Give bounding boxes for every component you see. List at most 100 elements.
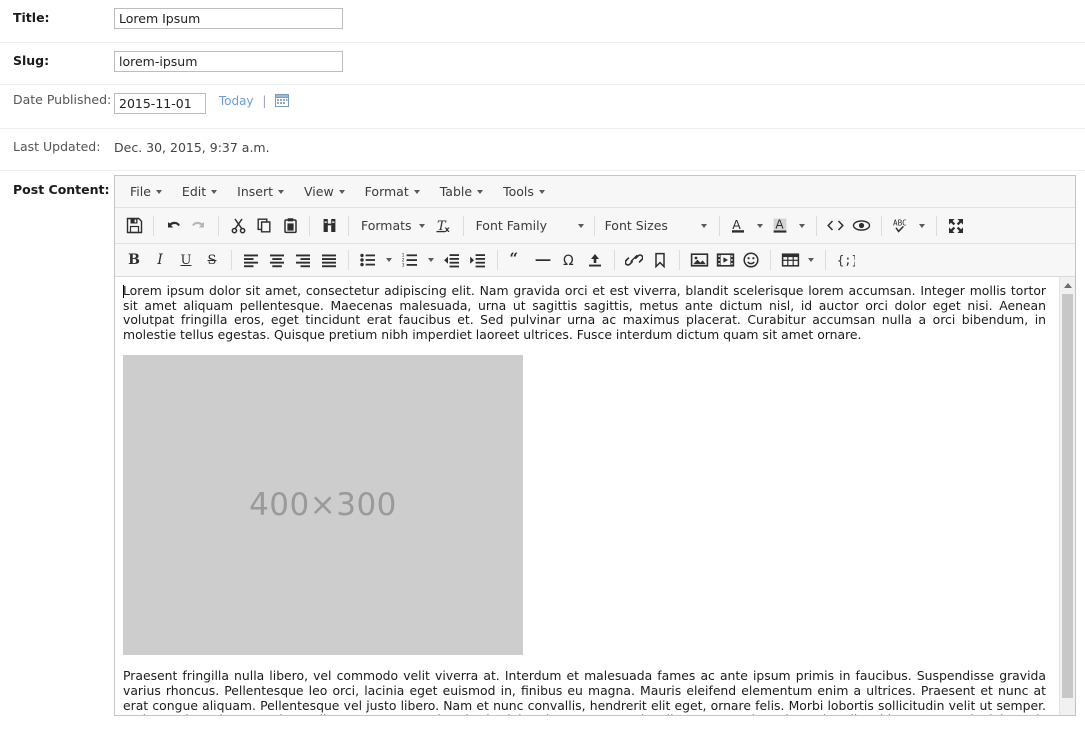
- menu-format[interactable]: Format: [356, 181, 429, 203]
- anchor-bookmark-icon[interactable]: [647, 247, 673, 273]
- post-content-label: Post Content:: [13, 182, 110, 197]
- toolbar-group-view: [821, 213, 877, 239]
- bullet-list-split: [355, 247, 397, 273]
- image-placeholder[interactable]: 400×300: [123, 355, 523, 656]
- outdent-icon[interactable]: [439, 247, 465, 273]
- chevron-down-icon: [386, 258, 392, 262]
- slug-field-cell: [114, 43, 1085, 72]
- spellcheck-dropdown[interactable]: [914, 213, 930, 239]
- align-left-icon[interactable]: [238, 247, 264, 273]
- toolbar-group-clipboard: [223, 213, 305, 239]
- menu-edit-label: Edit: [181, 183, 207, 199]
- cut-icon[interactable]: [225, 213, 251, 239]
- date-published-field-cell: Today |: [114, 85, 1085, 114]
- toolbar-separator: [497, 250, 498, 270]
- chevron-down-icon: [477, 189, 484, 194]
- background-color-dropdown[interactable]: [794, 213, 810, 239]
- scroll-up-arrow-icon[interactable]: [1060, 277, 1075, 293]
- italic-button[interactable]: I: [147, 247, 173, 273]
- toolbar-separator: [593, 215, 595, 236]
- bold-button[interactable]: B: [121, 247, 147, 273]
- calendar-icon[interactable]: [275, 93, 290, 107]
- redo-icon[interactable]: [186, 213, 212, 239]
- code-sample-icon[interactable]: {;}: [832, 247, 858, 273]
- toolbar-group-search: [314, 213, 344, 239]
- menu-tools[interactable]: Tools: [494, 181, 554, 203]
- special-character-icon[interactable]: Ω: [556, 247, 582, 273]
- source-code-icon[interactable]: [823, 213, 849, 239]
- date-published-label: Date Published:: [13, 92, 112, 107]
- menu-view[interactable]: View: [295, 181, 354, 203]
- toolbar-separator: [770, 250, 771, 270]
- bullet-list-dropdown[interactable]: [381, 247, 397, 273]
- font-family-dropdown[interactable]: Font Family: [470, 213, 590, 239]
- paste-icon[interactable]: [277, 213, 303, 239]
- horizontal-rule-icon[interactable]: [530, 247, 556, 273]
- strikethrough-label: S: [207, 252, 217, 268]
- menu-insert[interactable]: Insert: [228, 181, 293, 203]
- strikethrough-button[interactable]: S: [199, 247, 225, 273]
- toolbar-group-history: [158, 213, 214, 239]
- form-row-slug: Slug:: [0, 43, 1085, 85]
- spellcheck-abc-icon[interactable]: ABC: [888, 213, 914, 239]
- table-dropdown[interactable]: [803, 247, 819, 273]
- align-justify-icon[interactable]: [316, 247, 342, 273]
- editor-vertical-scrollbar[interactable]: [1059, 277, 1075, 715]
- formats-dropdown[interactable]: Formats: [355, 213, 431, 239]
- numbered-list-dropdown[interactable]: [423, 247, 439, 273]
- fullscreen-icon[interactable]: [943, 213, 969, 239]
- image-placeholder-label: 400×300: [249, 487, 397, 524]
- remove-format-icon[interactable]: Tx: [431, 213, 457, 239]
- copy-icon[interactable]: [251, 213, 277, 239]
- toolbar-separator: [348, 250, 349, 270]
- blockquote-icon[interactable]: “: [504, 247, 530, 273]
- svg-text:{;}: {;}: [837, 254, 855, 268]
- slug-input[interactable]: [114, 51, 343, 72]
- title-label: Title:: [13, 10, 50, 25]
- numbered-list-icon[interactable]: 123: [397, 247, 423, 273]
- editor-document-body[interactable]: Lorem ipsum dolor sit amet, consectetur …: [115, 277, 1056, 715]
- table-icon[interactable]: [777, 247, 803, 273]
- title-input[interactable]: [114, 8, 343, 29]
- media-icon[interactable]: [712, 247, 738, 273]
- preview-eye-icon[interactable]: [849, 213, 875, 239]
- chevron-down-icon: [918, 223, 925, 228]
- menu-file[interactable]: File: [121, 181, 171, 203]
- editor-content-area[interactable]: Lorem ipsum dolor sit amet, consectetur …: [115, 277, 1075, 715]
- image-icon[interactable]: [686, 247, 712, 273]
- undo-icon[interactable]: [160, 213, 186, 239]
- scroll-thumb[interactable]: [1062, 294, 1073, 698]
- align-right-icon[interactable]: [290, 247, 316, 273]
- font-sizes-dropdown[interactable]: Font Sizes: [599, 213, 713, 239]
- menu-table[interactable]: Table: [431, 181, 492, 203]
- chevron-down-icon: [577, 223, 584, 228]
- bullet-list-icon[interactable]: [355, 247, 381, 273]
- save-icon[interactable]: [121, 213, 147, 239]
- toolbar-group-table: [775, 247, 821, 273]
- text-color-icon[interactable]: A: [726, 213, 752, 239]
- content-paragraph-2: Praesent fringilla nulla libero, vel com…: [123, 668, 1046, 715]
- last-updated-value-cell: Dec. 30, 2015, 9:37 a.m.: [114, 129, 1085, 155]
- toolbar-separator: [679, 250, 680, 270]
- last-updated-label: Last Updated:: [13, 139, 101, 154]
- menu-edit[interactable]: Edit: [173, 181, 226, 203]
- toolbar-separator: [462, 215, 464, 236]
- link-icon[interactable]: [621, 247, 647, 273]
- underline-button[interactable]: U: [173, 247, 199, 273]
- background-color-icon[interactable]: A: [768, 213, 794, 239]
- text-cursor: [123, 285, 124, 298]
- indent-icon[interactable]: [465, 247, 491, 273]
- align-center-icon[interactable]: [264, 247, 290, 273]
- emoticon-icon[interactable]: [738, 247, 764, 273]
- insert-file-icon[interactable]: [582, 247, 608, 273]
- toolbar-separator: [218, 215, 219, 236]
- svg-text:ABC: ABC: [893, 219, 907, 228]
- find-replace-icon[interactable]: [316, 213, 342, 239]
- text-color-dropdown[interactable]: [752, 213, 768, 239]
- menu-file-label: File: [130, 183, 151, 199]
- svg-text:A: A: [775, 218, 784, 232]
- today-link[interactable]: Today: [219, 94, 254, 108]
- date-published-input[interactable]: [114, 93, 206, 114]
- toolbar-group-align: [236, 247, 344, 273]
- chevron-down-icon: [338, 189, 345, 194]
